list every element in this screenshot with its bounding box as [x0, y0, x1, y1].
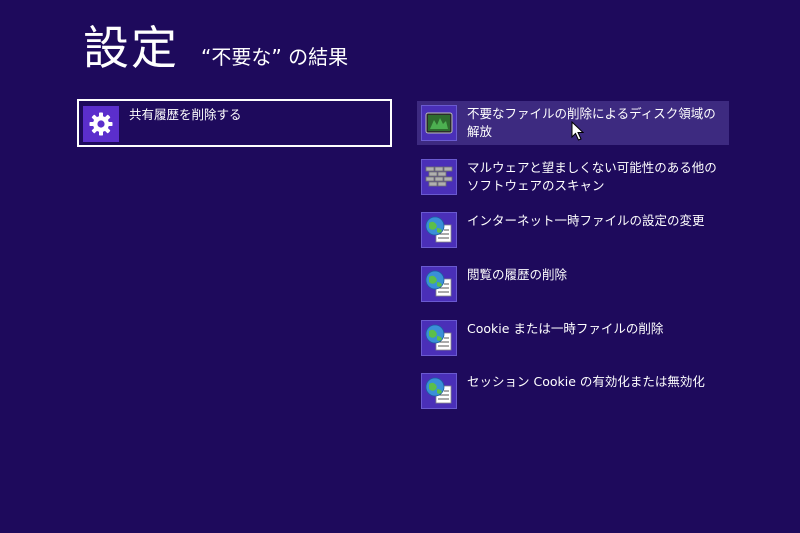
result-malware-scan[interactable]: マルウェアと望ましくない可能性のある他のソフトウェアのスキャン — [417, 155, 729, 203]
result-temp-files-settings[interactable]: インターネット一時ファイルの設定の変更 — [417, 208, 729, 252]
result-delete-browsing-history[interactable]: 閲覧の履歴の削除 — [417, 262, 729, 306]
gear-icon — [83, 106, 119, 142]
internet-options-icon — [421, 212, 457, 248]
result-clear-share-history[interactable]: 共有履歴を削除する — [77, 99, 392, 147]
search-query-text: “不要な” の結果 — [201, 45, 349, 69]
mouse-cursor-icon — [571, 121, 585, 141]
internet-options-icon — [421, 266, 457, 302]
search-header: 設定 “不要な” の結果 — [83, 20, 348, 76]
result-label: マルウェアと望ましくない可能性のある他のソフトウェアのスキャン — [467, 160, 717, 193]
firewall-icon — [421, 159, 457, 195]
result-label: 共有履歴を削除する — [129, 107, 242, 122]
result-delete-cookies[interactable]: Cookie または一時ファイルの削除 — [417, 316, 729, 360]
search-results-page: 設定 “不要な” の結果 共有履歴を削除する 不要なファイルの削除によるディスク… — [0, 0, 800, 533]
result-label: 不要なファイルの削除によるディスク領域の解放 — [467, 106, 716, 139]
disk-cleanup-icon — [421, 105, 457, 141]
result-label: セッション Cookie の有効化または無効化 — [467, 374, 705, 389]
result-session-cookies[interactable]: セッション Cookie の有効化または無効化 — [417, 369, 729, 413]
internet-options-icon — [421, 373, 457, 409]
result-label: インターネット一時ファイルの設定の変更 — [467, 213, 705, 228]
result-label: 閲覧の履歴の削除 — [467, 267, 568, 282]
page-title: 設定 — [83, 21, 179, 75]
result-label: Cookie または一時ファイルの削除 — [467, 321, 664, 336]
internet-options-icon — [421, 320, 457, 356]
